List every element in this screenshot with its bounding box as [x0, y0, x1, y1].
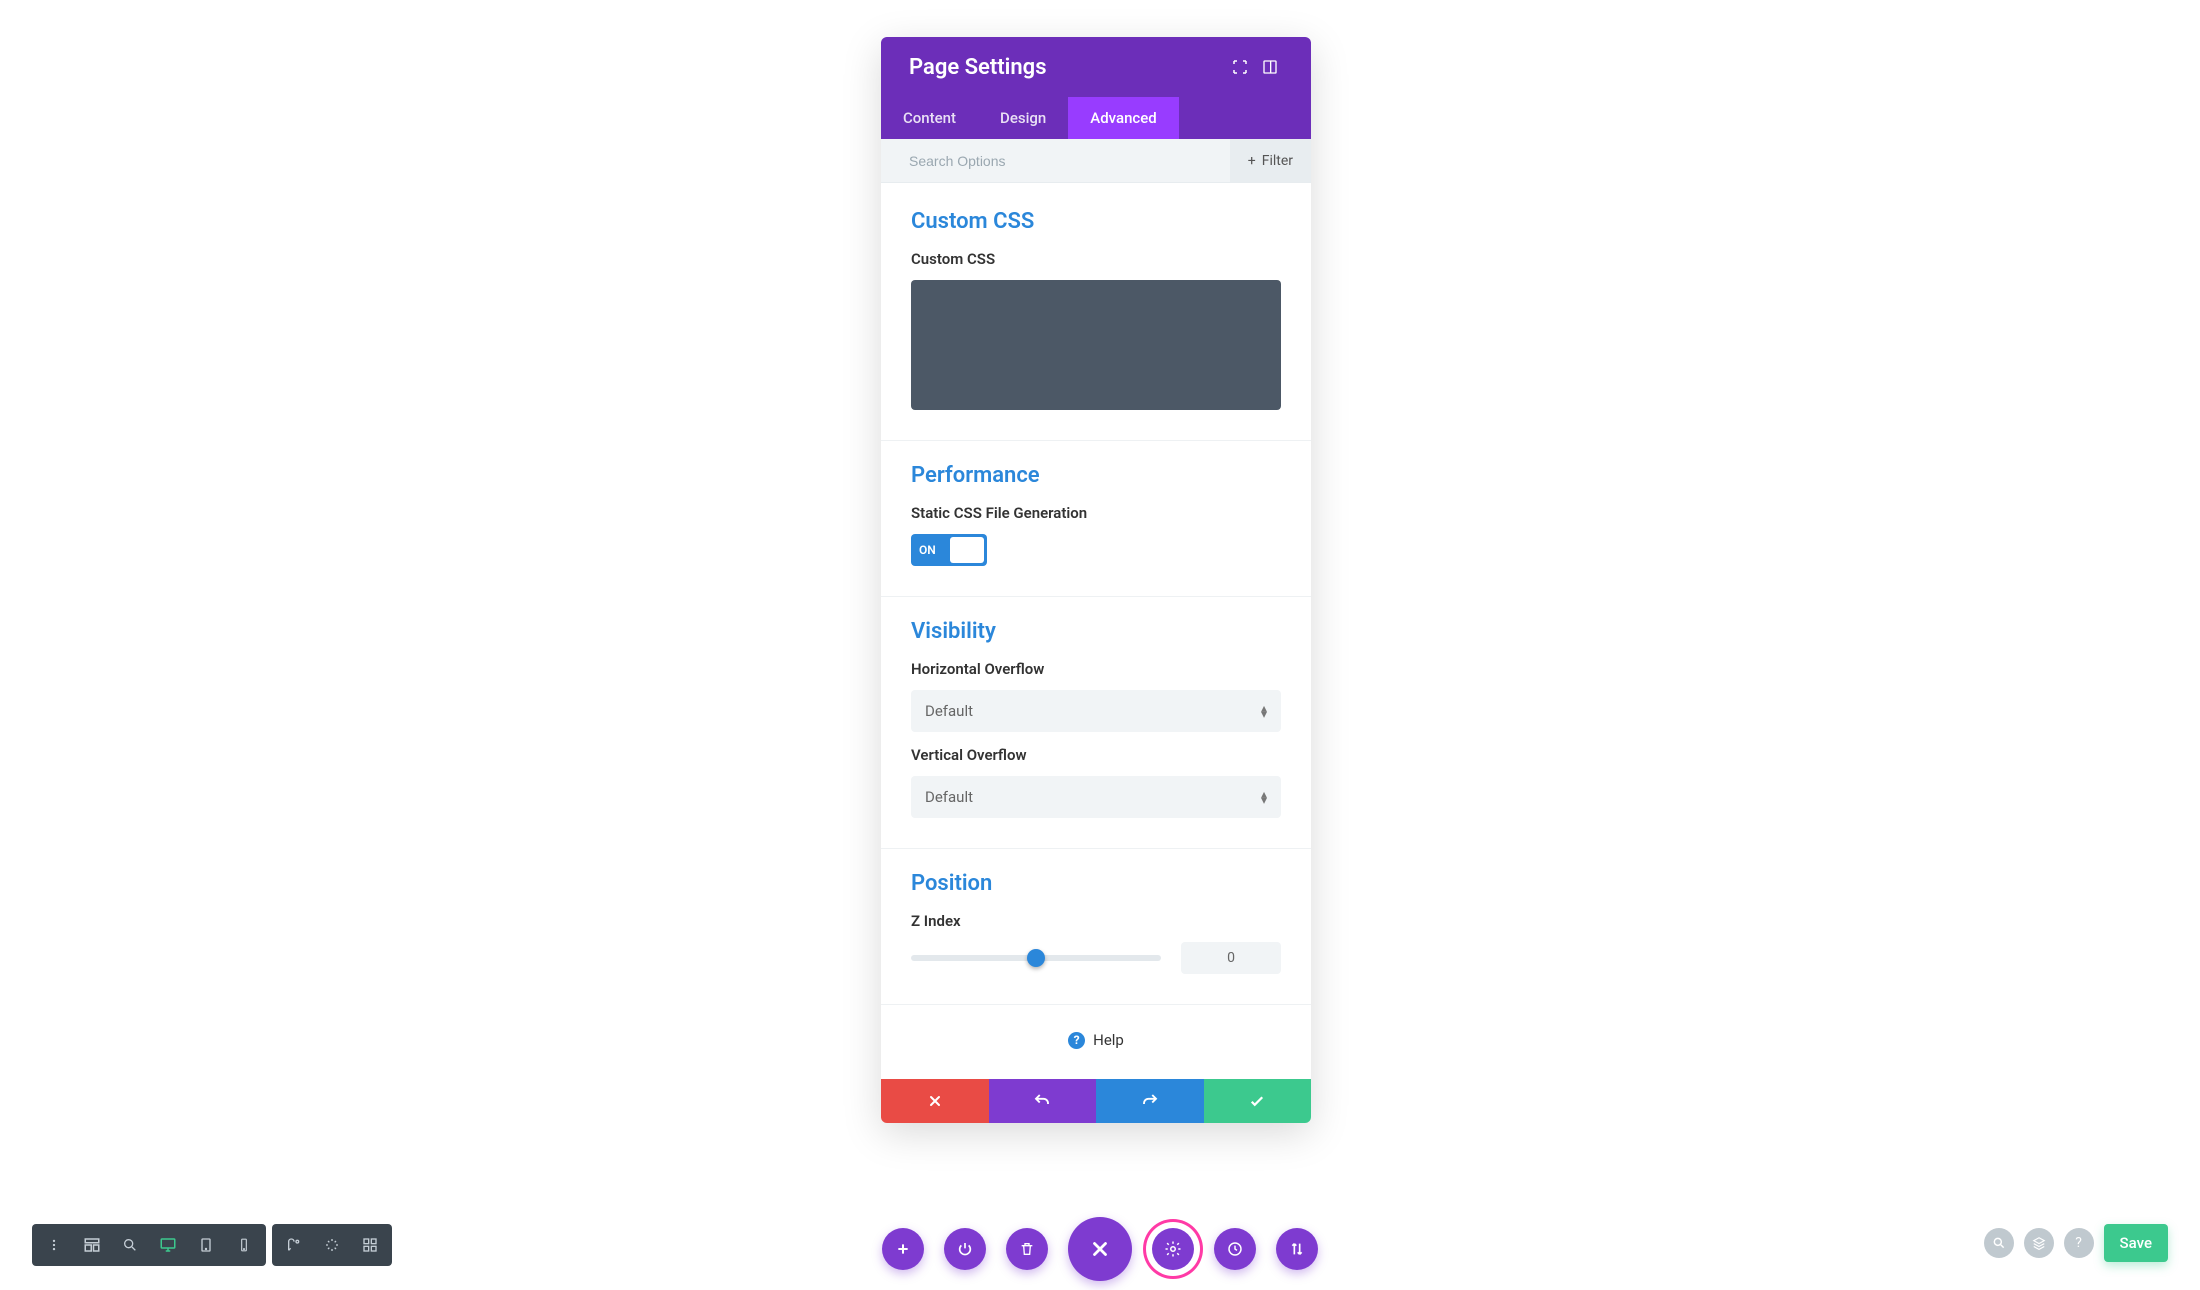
- view-group-1: [32, 1224, 266, 1266]
- modal-footer-actions: [881, 1079, 1311, 1123]
- expand-icon[interactable]: [1225, 52, 1255, 82]
- section-performance: Performance Static CSS File Generation O…: [881, 441, 1311, 597]
- static-css-toggle[interactable]: ON: [911, 534, 987, 566]
- search-page-button[interactable]: [1984, 1228, 2014, 1258]
- tab-design[interactable]: Design: [978, 97, 1068, 139]
- modal-title: Page Settings: [909, 55, 1225, 80]
- section-position: Position Z Index 0: [881, 849, 1311, 1005]
- select-value: Default: [925, 788, 973, 806]
- v-overflow-label: Vertical Overflow: [911, 746, 1281, 764]
- more-options-button[interactable]: [36, 1228, 72, 1262]
- page-settings-modal: Page Settings Content Design Advanced + …: [881, 37, 1311, 1123]
- modal-tabs: Content Design Advanced: [881, 97, 1311, 139]
- hover-mode-button[interactable]: [276, 1228, 312, 1262]
- delete-button[interactable]: [1006, 1228, 1048, 1270]
- page-settings-button[interactable]: [1152, 1228, 1194, 1270]
- zindex-slider[interactable]: [911, 955, 1161, 961]
- discard-button[interactable]: [881, 1079, 989, 1123]
- phone-view-button[interactable]: [226, 1228, 262, 1262]
- undo-button[interactable]: [989, 1079, 1097, 1123]
- section-heading: Position: [911, 871, 1281, 896]
- grid-mode-button[interactable]: [352, 1228, 388, 1262]
- search-options-input[interactable]: [909, 153, 1230, 169]
- section-custom-css: Custom CSS Custom CSS: [881, 187, 1311, 441]
- select-value: Default: [925, 702, 973, 720]
- modal-header: Page Settings: [881, 37, 1311, 97]
- help-icon: ?: [1068, 1032, 1085, 1049]
- section-heading: Custom CSS: [911, 209, 1281, 234]
- history-button[interactable]: [1214, 1228, 1256, 1270]
- save-button[interactable]: Save: [2104, 1224, 2168, 1262]
- custom-css-label: Custom CSS: [911, 250, 1281, 268]
- static-css-label: Static CSS File Generation: [911, 504, 1281, 522]
- view-group-2: [272, 1224, 392, 1266]
- confirm-button[interactable]: [1204, 1079, 1312, 1123]
- click-mode-button[interactable]: [314, 1228, 350, 1262]
- modal-body: Custom CSS Custom CSS Performance Static…: [881, 183, 1311, 1079]
- help-link[interactable]: ? Help: [881, 1005, 1311, 1069]
- right-toolbar: ? Save: [1984, 1224, 2168, 1262]
- v-overflow-select[interactable]: Default ▴▾: [911, 776, 1281, 818]
- dock-icon[interactable]: [1255, 52, 1285, 82]
- layers-button[interactable]: [2024, 1228, 2054, 1258]
- section-visibility: Visibility Horizontal Overflow Default ▴…: [881, 597, 1311, 849]
- add-button[interactable]: [882, 1228, 924, 1270]
- chevron-updown-icon: ▴▾: [1261, 791, 1267, 803]
- zindex-input[interactable]: 0: [1181, 942, 1281, 974]
- page-action-bar: [882, 1217, 1318, 1281]
- h-overflow-label: Horizontal Overflow: [911, 660, 1281, 678]
- portability-button[interactable]: [1276, 1228, 1318, 1270]
- chevron-updown-icon: ▴▾: [1261, 705, 1267, 717]
- help-label: Help: [1093, 1031, 1124, 1049]
- search-options-bar: + Filter: [881, 139, 1311, 183]
- toggle-knob: [950, 537, 984, 563]
- desktop-view-button[interactable]: [150, 1228, 186, 1262]
- section-heading: Visibility: [911, 619, 1281, 644]
- close-menu-button[interactable]: [1068, 1217, 1132, 1281]
- plus-icon: +: [1248, 153, 1256, 169]
- custom-css-editor[interactable]: [911, 280, 1281, 410]
- section-heading: Performance: [911, 463, 1281, 488]
- power-button[interactable]: [944, 1228, 986, 1270]
- view-mode-toolbar: [32, 1224, 392, 1266]
- redo-button[interactable]: [1096, 1079, 1204, 1123]
- tablet-view-button[interactable]: [188, 1228, 224, 1262]
- zindex-label: Z Index: [911, 912, 1281, 930]
- h-overflow-select[interactable]: Default ▴▾: [911, 690, 1281, 732]
- tab-content[interactable]: Content: [881, 97, 978, 139]
- wireframe-view-button[interactable]: [74, 1228, 110, 1262]
- toggle-state-label: ON: [919, 543, 936, 557]
- filter-label: Filter: [1262, 153, 1293, 169]
- zoom-button[interactable]: [112, 1228, 148, 1262]
- slider-handle[interactable]: [1027, 949, 1045, 967]
- filter-button[interactable]: + Filter: [1230, 139, 1311, 182]
- help-circle-button[interactable]: ?: [2064, 1228, 2094, 1258]
- zindex-row: 0: [911, 942, 1281, 974]
- tab-advanced[interactable]: Advanced: [1068, 97, 1178, 139]
